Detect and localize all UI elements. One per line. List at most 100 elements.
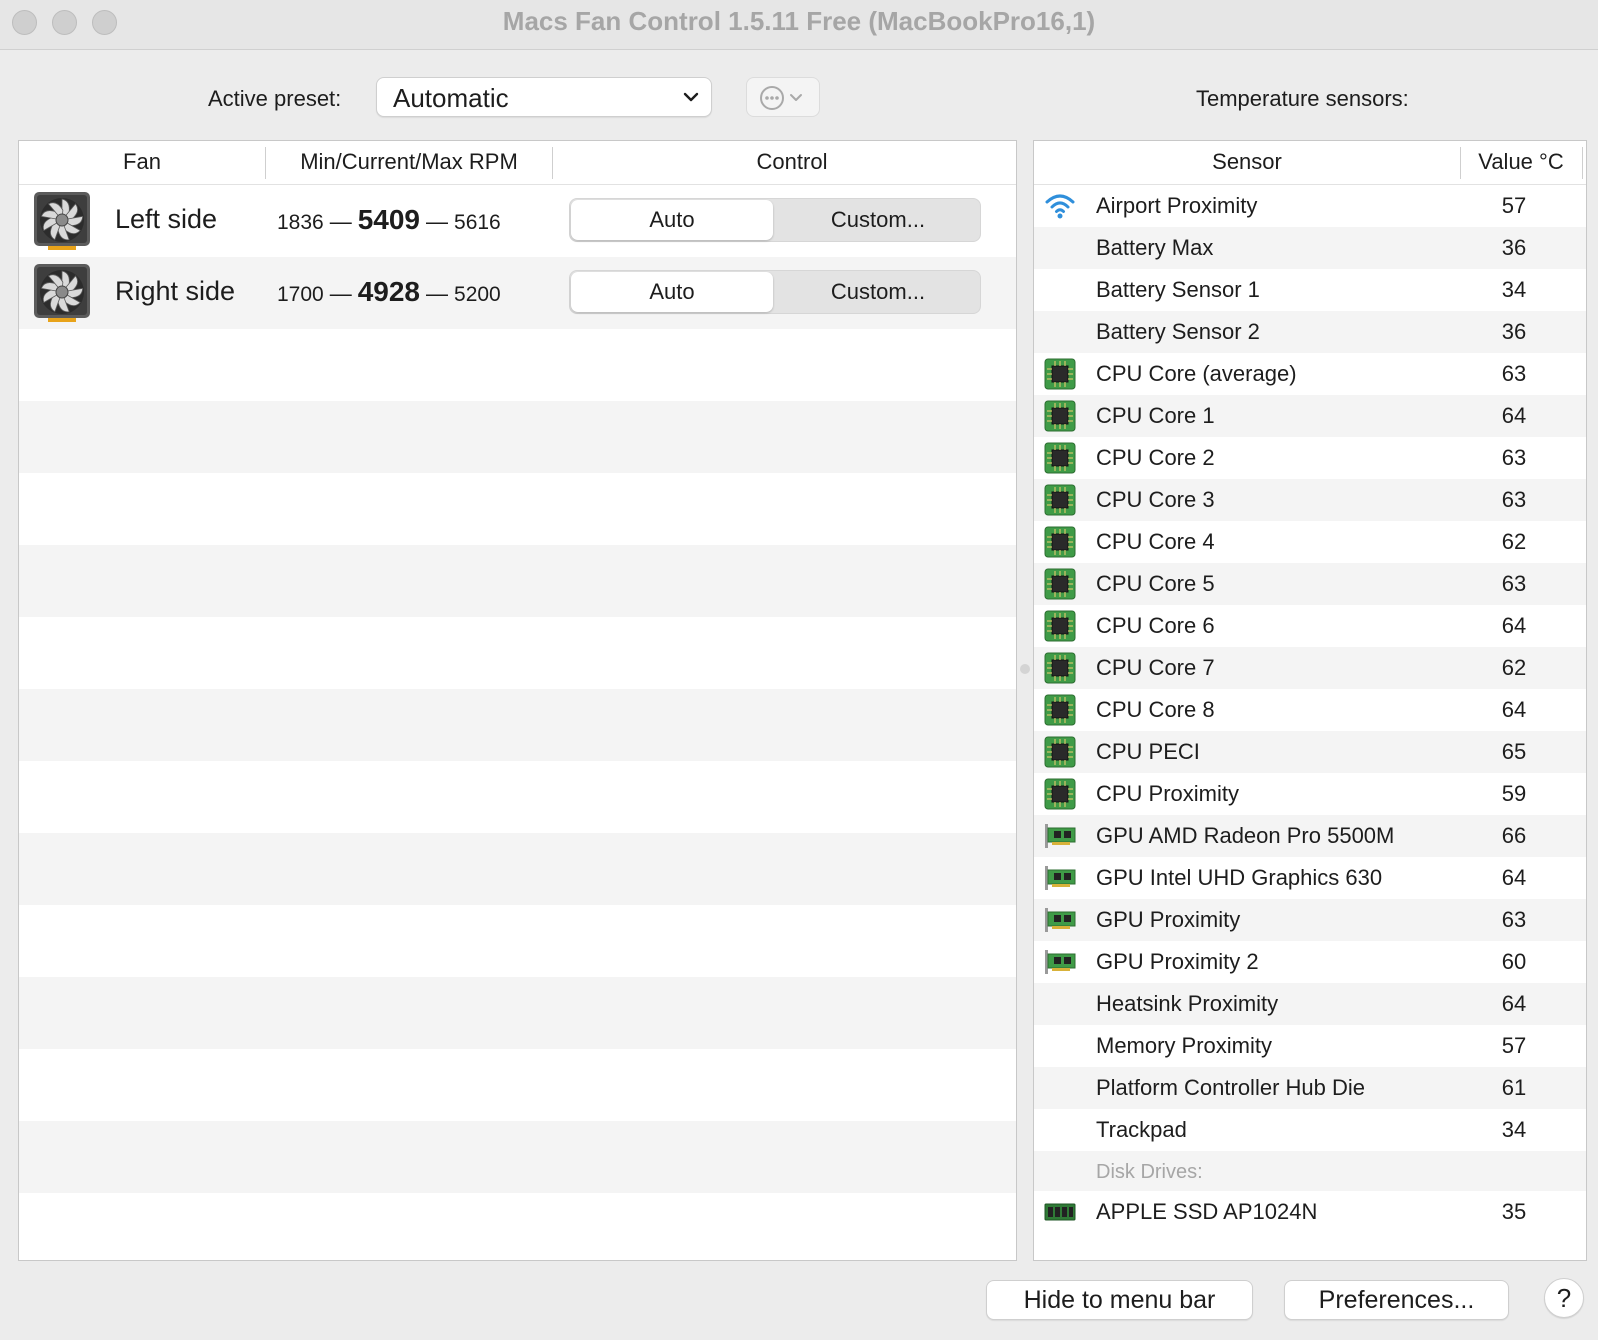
fan-table-header: Fan Min/Current/Max RPM Control — [19, 141, 1016, 185]
fan-current-rpm: 5409 — [357, 204, 421, 235]
cpu-chip-icon — [1044, 652, 1076, 684]
sensor-row[interactable]: GPU Proximity 63 — [1034, 899, 1586, 941]
empty-row — [19, 401, 1016, 473]
empty-row — [19, 1193, 1016, 1260]
fan-rpm: 1836—5409—5616 — [277, 204, 547, 236]
rpm-separator: — — [426, 209, 449, 234]
sensor-name: CPU Core 5 — [1096, 571, 1215, 596]
sensor-row[interactable]: Battery Sensor 1 34 — [1034, 269, 1586, 311]
rpm-column-header[interactable]: Min/Current/Max RPM — [266, 149, 552, 175]
cpu-chip-icon — [1044, 778, 1076, 810]
fan-control-segmented: Auto Custom... — [569, 270, 981, 314]
sensor-value: 36 — [1501, 235, 1527, 260]
sensor-row[interactable]: CPU Core 6 64 — [1034, 605, 1586, 647]
sensor-value: 63 — [1501, 445, 1527, 470]
sensor-value: 64 — [1501, 991, 1527, 1016]
preferences-button[interactable]: Preferences... — [1284, 1280, 1509, 1320]
empty-row — [19, 1049, 1016, 1121]
more-options-button[interactable] — [746, 77, 820, 117]
sensor-row[interactable]: GPU AMD Radeon Pro 5500M 66 — [1034, 815, 1586, 857]
gpu-card-icon — [1044, 862, 1076, 894]
sensor-row[interactable]: CPU Core 3 63 — [1034, 479, 1586, 521]
sensor-value: 60 — [1501, 949, 1527, 974]
sensor-name: CPU Core 6 — [1096, 613, 1215, 638]
sensor-row[interactable]: CPU Core 2 63 — [1034, 437, 1586, 479]
temperature-sensors-label: Temperature sensors: — [1196, 86, 1409, 111]
fan-control-segmented: Auto Custom... — [569, 198, 981, 242]
sensor-row[interactable]: CPU Core (average) 63 — [1034, 353, 1586, 395]
preset-dropdown[interactable]: Automatic — [376, 77, 712, 117]
empty-row — [19, 329, 1016, 401]
sensor-name: CPU Core 2 — [1096, 445, 1215, 470]
sensor-row[interactable]: Battery Sensor 2 36 — [1034, 311, 1586, 353]
cpu-chip-icon — [1044, 568, 1076, 600]
sensor-row[interactable]: Memory Proximity 57 — [1034, 1025, 1586, 1067]
panel-splitter[interactable] — [1020, 664, 1030, 674]
sensor-row[interactable]: CPU Core 8 64 — [1034, 689, 1586, 731]
title-bar: Macs Fan Control 1.5.11 Free (MacBookPro… — [0, 0, 1598, 50]
sensor-name: CPU Core (average) — [1096, 361, 1297, 386]
sensor-row[interactable]: Trackpad 34 — [1034, 1109, 1586, 1151]
chevron-down-icon — [683, 92, 699, 102]
sensor-row[interactable]: Heatsink Proximity 64 — [1034, 983, 1586, 1025]
fan-max-rpm: 5616 — [454, 211, 501, 234]
auto-button[interactable]: Auto — [571, 272, 773, 312]
sensor-row[interactable]: GPU Intel UHD Graphics 630 64 — [1034, 857, 1586, 899]
disk-drives-label: Disk Drives: — [1096, 1161, 1203, 1183]
empty-row — [19, 833, 1016, 905]
sensor-name: CPU Core 4 — [1096, 529, 1215, 554]
sensor-row[interactable]: CPU Core 1 64 — [1034, 395, 1586, 437]
sensor-row[interactable]: Airport Proximity 57 — [1034, 185, 1586, 227]
sensor-name: CPU Core 7 — [1096, 655, 1215, 680]
sensor-name: Platform Controller Hub Die — [1096, 1075, 1365, 1100]
sensor-name: GPU Proximity 2 — [1096, 949, 1259, 974]
fan-column-header[interactable]: Fan — [19, 149, 265, 175]
sensor-row[interactable]: Battery Max 36 — [1034, 227, 1586, 269]
sensor-value: 36 — [1501, 319, 1527, 344]
custom-button[interactable]: Custom... — [776, 272, 980, 312]
fan-table: Fan Min/Current/Max RPM Control Left sid… — [18, 140, 1017, 1261]
sensor-value: 35 — [1501, 1199, 1527, 1224]
empty-row — [19, 977, 1016, 1049]
sensor-row[interactable]: Platform Controller Hub Die 61 — [1034, 1067, 1586, 1109]
sensor-row[interactable]: CPU Proximity 59 — [1034, 773, 1586, 815]
auto-button[interactable]: Auto — [571, 200, 773, 240]
empty-row — [19, 905, 1016, 977]
app-window: Macs Fan Control 1.5.11 Free (MacBookPro… — [0, 0, 1598, 1340]
fan-rows: Left side 1836—5409—5616 Auto Custom... Righ… — [19, 185, 1016, 1260]
sensor-row[interactable]: CPU PECI 65 — [1034, 731, 1586, 773]
sensor-row[interactable]: CPU Core 4 62 — [1034, 521, 1586, 563]
ellipsis-circle-icon — [760, 86, 802, 110]
fan-row: Right side 1700—4928—5200 Auto Custom... — [19, 257, 1016, 329]
sensor-row[interactable]: APPLE SSD AP1024N 35 — [1034, 1191, 1586, 1233]
cpu-chip-icon — [1044, 442, 1076, 474]
fan-icon — [33, 191, 91, 251]
hide-to-menu-bar-button[interactable]: Hide to menu bar — [986, 1280, 1253, 1320]
sensor-name: Heatsink Proximity — [1096, 991, 1279, 1016]
sensor-name: Battery Max — [1096, 235, 1214, 260]
cpu-chip-icon — [1044, 358, 1076, 390]
sensor-row[interactable]: CPU Core 5 63 — [1034, 563, 1586, 605]
sensor-name: Battery Sensor 2 — [1096, 319, 1260, 344]
custom-button[interactable]: Custom... — [776, 200, 980, 240]
sensor-value: 34 — [1501, 277, 1527, 302]
rpm-separator: — — [329, 281, 352, 306]
sensor-row[interactable]: CPU Core 7 62 — [1034, 647, 1586, 689]
sensor-row[interactable]: GPU Proximity 2 60 — [1034, 941, 1586, 983]
sensor-value: 65 — [1501, 739, 1527, 764]
value-column-header[interactable]: Value °C — [1461, 149, 1581, 175]
sensor-table-header: Sensor Value °C — [1034, 141, 1586, 185]
rpm-separator: — — [329, 209, 352, 234]
cpu-chip-icon — [1044, 526, 1076, 558]
sensor-name: GPU AMD Radeon Pro 5500M — [1096, 823, 1395, 848]
help-button[interactable]: ? — [1544, 1278, 1584, 1318]
sensor-value: 34 — [1501, 1117, 1527, 1142]
gpu-card-icon — [1044, 904, 1076, 936]
sensor-name: CPU Core 3 — [1096, 487, 1215, 512]
sensor-name: CPU Proximity — [1096, 781, 1240, 806]
empty-row — [19, 545, 1016, 617]
sensor-name: Battery Sensor 1 — [1096, 277, 1260, 302]
preset-value: Automatic — [393, 83, 509, 113]
sensor-column-header[interactable]: Sensor — [1034, 149, 1460, 175]
control-column-header[interactable]: Control — [553, 149, 1016, 175]
